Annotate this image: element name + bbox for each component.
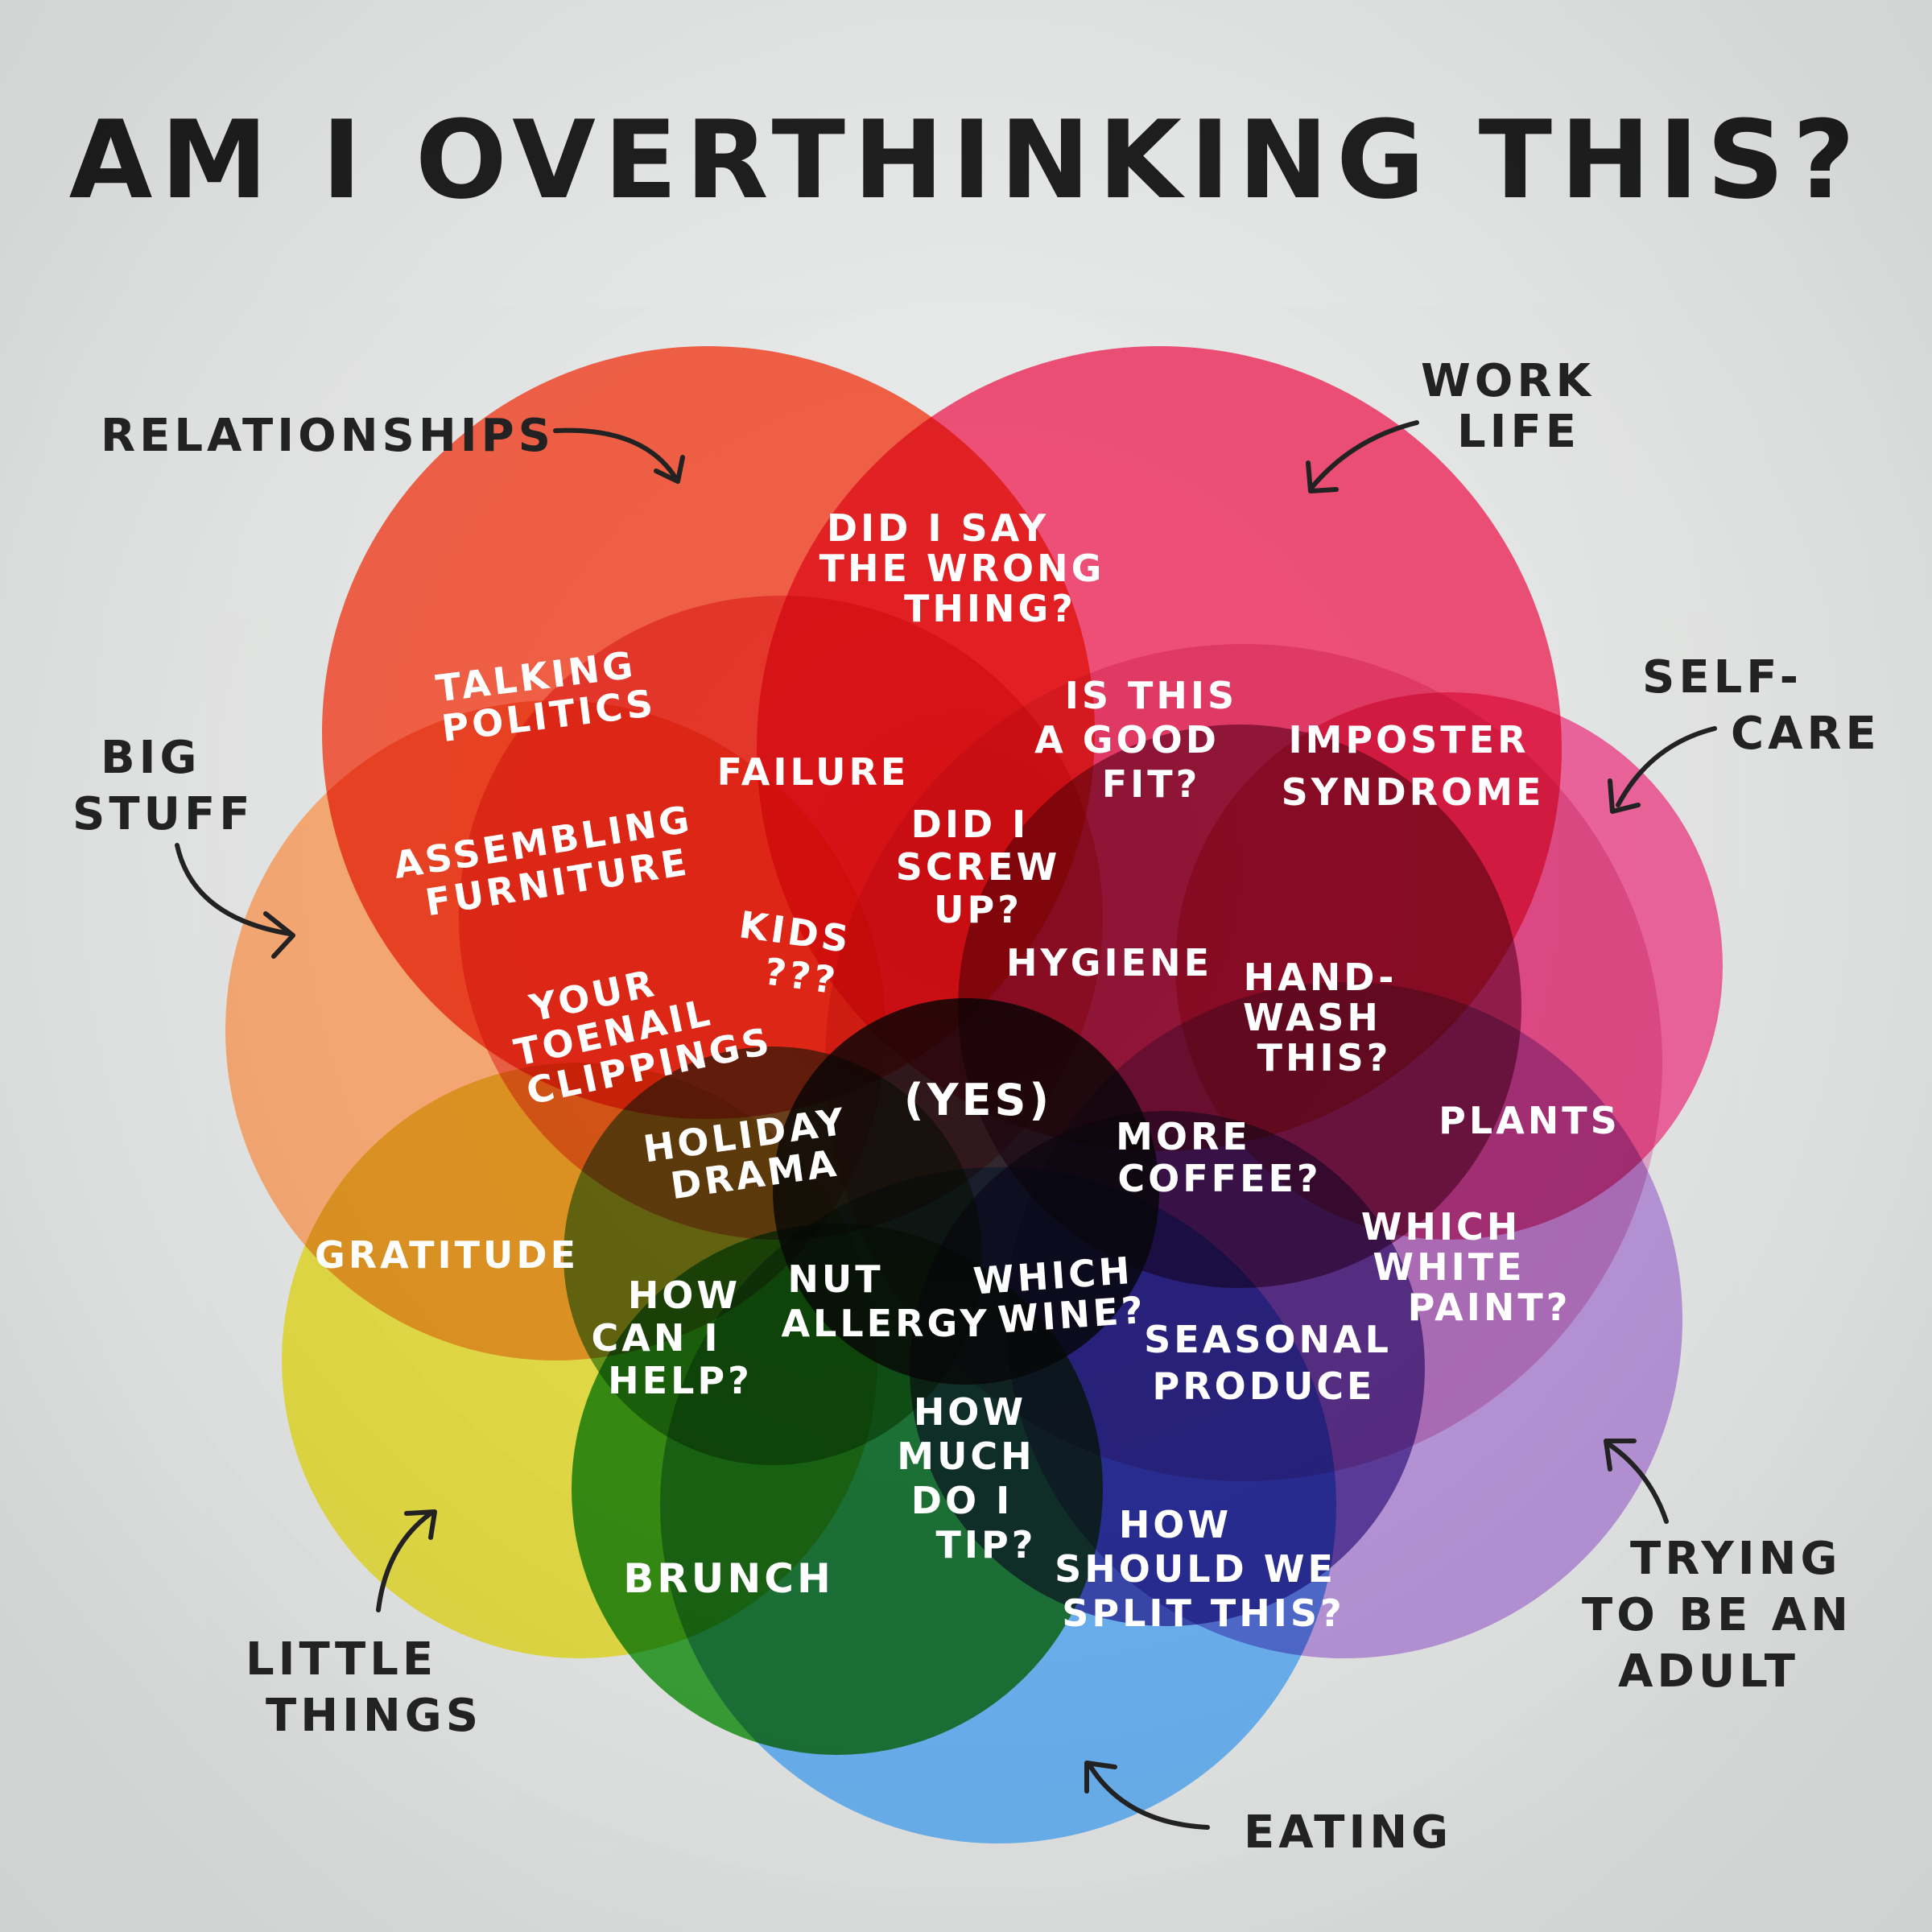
label-relationships: RELATIONSHIPS	[101, 410, 555, 462]
label-big: BIG	[101, 732, 200, 784]
label-eating: EATING	[1244, 1806, 1452, 1859]
label-to-be-an: TO BE AN	[1582, 1589, 1852, 1641]
region-gratitude: GRATITUDE	[315, 1233, 579, 1277]
venn-diagram: AM I OVERTHINKING THIS? RELATIONSHIPS WO…	[0, 0, 1932, 1932]
region-plants: PLANTS	[1439, 1099, 1620, 1142]
region-hand-wash: HAND- WASH THIS?	[1243, 956, 1413, 1080]
diagram-canvas: AM I OVERTHINKING THIS? RELATIONSHIPS WO…	[0, 0, 1932, 1932]
region-which-wine: WHICH WINE?	[972, 1248, 1153, 1344]
label-things: THINGS	[266, 1690, 482, 1742]
label-little: LITTLE	[246, 1633, 437, 1686]
label-care: CARE	[1731, 708, 1880, 760]
label-life: LIFE	[1457, 406, 1580, 458]
page-title: AM I OVERTHINKING THIS?	[69, 97, 1864, 223]
label-self: SELF-	[1642, 651, 1802, 704]
region-failure: FAILURE	[717, 750, 910, 794]
region-yes: (YES)	[904, 1075, 1052, 1125]
region-brunch: BRUNCH	[623, 1555, 834, 1602]
label-stuff: STUFF	[72, 788, 254, 840]
label-work: WORK	[1421, 355, 1595, 407]
label-trying: TRYING	[1630, 1533, 1841, 1585]
region-hygiene: HYGIENE	[1006, 941, 1212, 985]
label-adult: ADULT	[1618, 1645, 1799, 1698]
